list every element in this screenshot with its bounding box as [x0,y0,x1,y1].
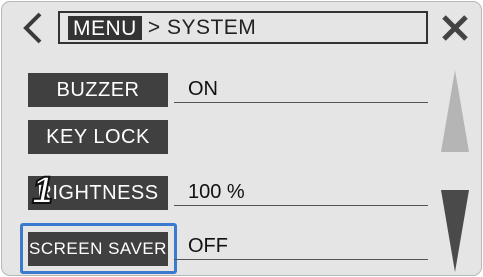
close-button[interactable] [439,12,471,44]
breadcrumb: MENU > SYSTEM [58,11,428,44]
scroll-down-button[interactable] [439,188,471,274]
close-icon [442,15,468,41]
settings-screen: MENU > SYSTEM BUZZER ON KEY LOCK RIGHTNE… [1,1,482,276]
buzzer-button[interactable]: BUZZER [28,73,168,107]
screen-saver-value: OFF [174,230,428,260]
brightness-value: 100 % [174,176,428,206]
breadcrumb-menu[interactable]: MENU [68,15,142,40]
screen-saver-button[interactable]: SCREEN SAVER [28,232,168,266]
scroll-up-button[interactable] [439,68,471,154]
breadcrumb-current: > SYSTEM [147,15,257,39]
back-button[interactable] [20,10,46,46]
scroll-down-icon [441,190,469,272]
key-lock-button[interactable]: KEY LOCK [28,120,168,154]
scroll-up-icon [441,70,469,152]
chevron-left-icon [23,12,42,44]
step-number-badge: 1 [31,170,54,212]
buzzer-value: ON [174,73,428,103]
